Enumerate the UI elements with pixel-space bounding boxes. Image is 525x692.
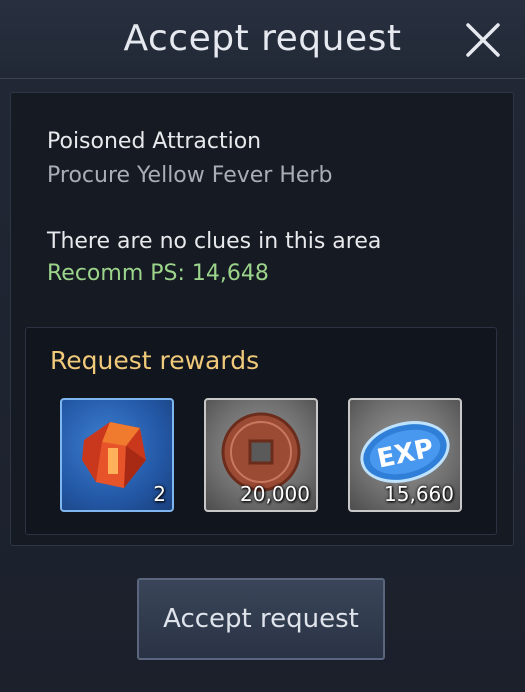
- recommended-ps: Recomm PS: 14,648: [47, 261, 269, 286]
- dialog-title: Accept request: [123, 18, 402, 59]
- clue-text: There are no clues in this area: [47, 229, 382, 254]
- close-icon[interactable]: [463, 20, 503, 60]
- rewards-title: Request rewards: [50, 346, 260, 375]
- rewards-box: Request rewards 2 20,000 EXP 15,660: [25, 327, 497, 535]
- quest-panel: Poisoned Attraction Procure Yellow Fever…: [10, 92, 514, 546]
- quest-name: Poisoned Attraction: [47, 129, 262, 154]
- reward-item-coin[interactable]: 20,000: [204, 398, 318, 512]
- reward-count: 15,660: [384, 482, 454, 506]
- reward-count: 20,000: [240, 482, 310, 506]
- reward-count: 2: [153, 482, 166, 506]
- reward-item-crystal[interactable]: 2: [60, 398, 174, 512]
- accept-request-dialog: Accept request Poisoned Attraction Procu…: [0, 0, 525, 692]
- quest-objective: Procure Yellow Fever Herb: [47, 163, 333, 188]
- reward-item-exp[interactable]: EXP 15,660: [348, 398, 462, 512]
- dialog-header: Accept request: [0, 0, 525, 79]
- accept-request-button[interactable]: Accept request: [137, 578, 385, 660]
